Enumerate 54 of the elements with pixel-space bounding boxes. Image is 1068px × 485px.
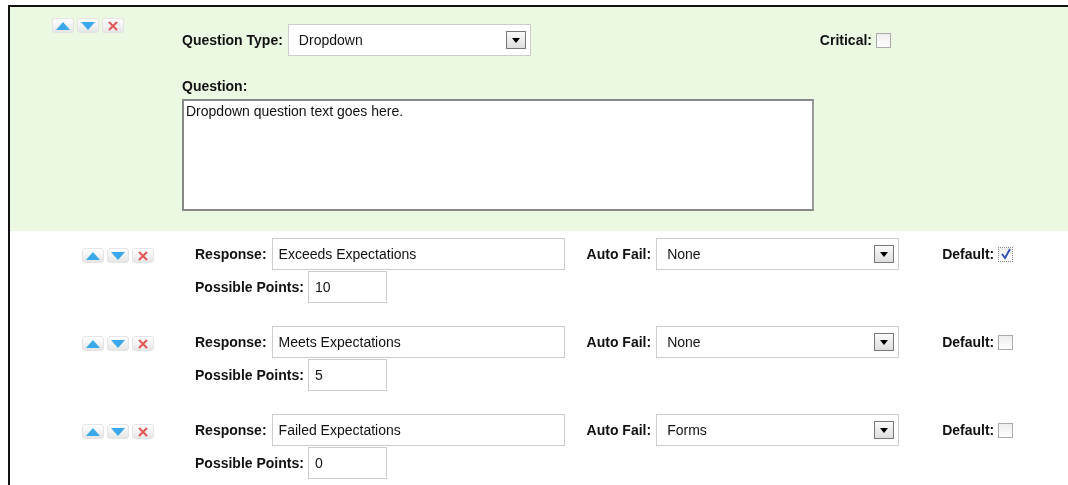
possible-points-field[interactable]: 0 [307, 447, 387, 479]
move-down-button[interactable] [77, 18, 99, 33]
response-label: Response: [195, 246, 267, 262]
auto-fail-label: Auto Fail: [586, 422, 652, 438]
up-triangle-icon [56, 21, 70, 30]
response-label: Response: [195, 334, 267, 350]
question-type-label: Question Type: [182, 32, 283, 48]
critical-checkbox[interactable] [876, 32, 891, 48]
possible-points-field[interactable]: 10 [307, 271, 387, 303]
possible-points-label: Possible Points: [195, 367, 304, 383]
default-checkbox[interactable] [998, 422, 1014, 438]
up-triangle-icon [86, 339, 100, 348]
default-label: Default: [942, 422, 995, 438]
up-triangle-icon [86, 427, 100, 436]
default-checkbox[interactable] [998, 246, 1014, 262]
response-field[interactable]: Failed Expectations [271, 414, 565, 446]
default-label: Default: [942, 246, 995, 262]
delete-button[interactable] [132, 248, 154, 263]
move-down-button[interactable] [107, 424, 129, 439]
move-up-button[interactable] [82, 424, 104, 439]
auto-fail-label: Auto Fail: [586, 246, 652, 262]
down-triangle-icon [111, 427, 125, 436]
auto-fail-dropdown[interactable]: Forms [656, 414, 900, 446]
default-checkbox[interactable] [998, 334, 1014, 350]
possible-points-label: Possible Points: [195, 279, 304, 295]
delete-button[interactable] [132, 336, 154, 351]
question-type-dropdown[interactable]: Dropdown [287, 24, 531, 56]
critical-label: Critical: [819, 32, 872, 48]
possible-points-label: Possible Points: [195, 455, 304, 471]
auto-fail-dropdown[interactable]: None [656, 238, 900, 270]
move-up-button[interactable] [52, 18, 74, 33]
down-triangle-icon [111, 251, 125, 260]
response-field[interactable]: Exceeds Expectations [271, 238, 565, 270]
question-text-area[interactable]: Dropdown question text goes here. [182, 99, 814, 211]
move-down-button[interactable] [107, 336, 129, 351]
move-up-button[interactable] [82, 248, 104, 263]
delete-button[interactable] [132, 424, 154, 439]
default-label: Default: [942, 334, 995, 350]
close-icon [138, 338, 148, 349]
close-icon [138, 426, 148, 437]
down-triangle-icon [111, 339, 125, 348]
move-up-button[interactable] [82, 336, 104, 351]
possible-points-field[interactable]: 5 [307, 359, 387, 391]
delete-button[interactable] [102, 18, 124, 33]
auto-fail-dropdown[interactable]: None [656, 326, 900, 358]
question-label: Question: [182, 78, 249, 94]
response-field[interactable]: Meets Expectations [271, 326, 565, 358]
down-triangle-icon [81, 21, 95, 30]
close-icon [138, 250, 148, 261]
close-icon [108, 20, 118, 31]
auto-fail-label: Auto Fail: [586, 334, 652, 350]
response-label: Response: [195, 422, 267, 438]
move-down-button[interactable] [107, 248, 129, 263]
up-triangle-icon [86, 251, 100, 260]
